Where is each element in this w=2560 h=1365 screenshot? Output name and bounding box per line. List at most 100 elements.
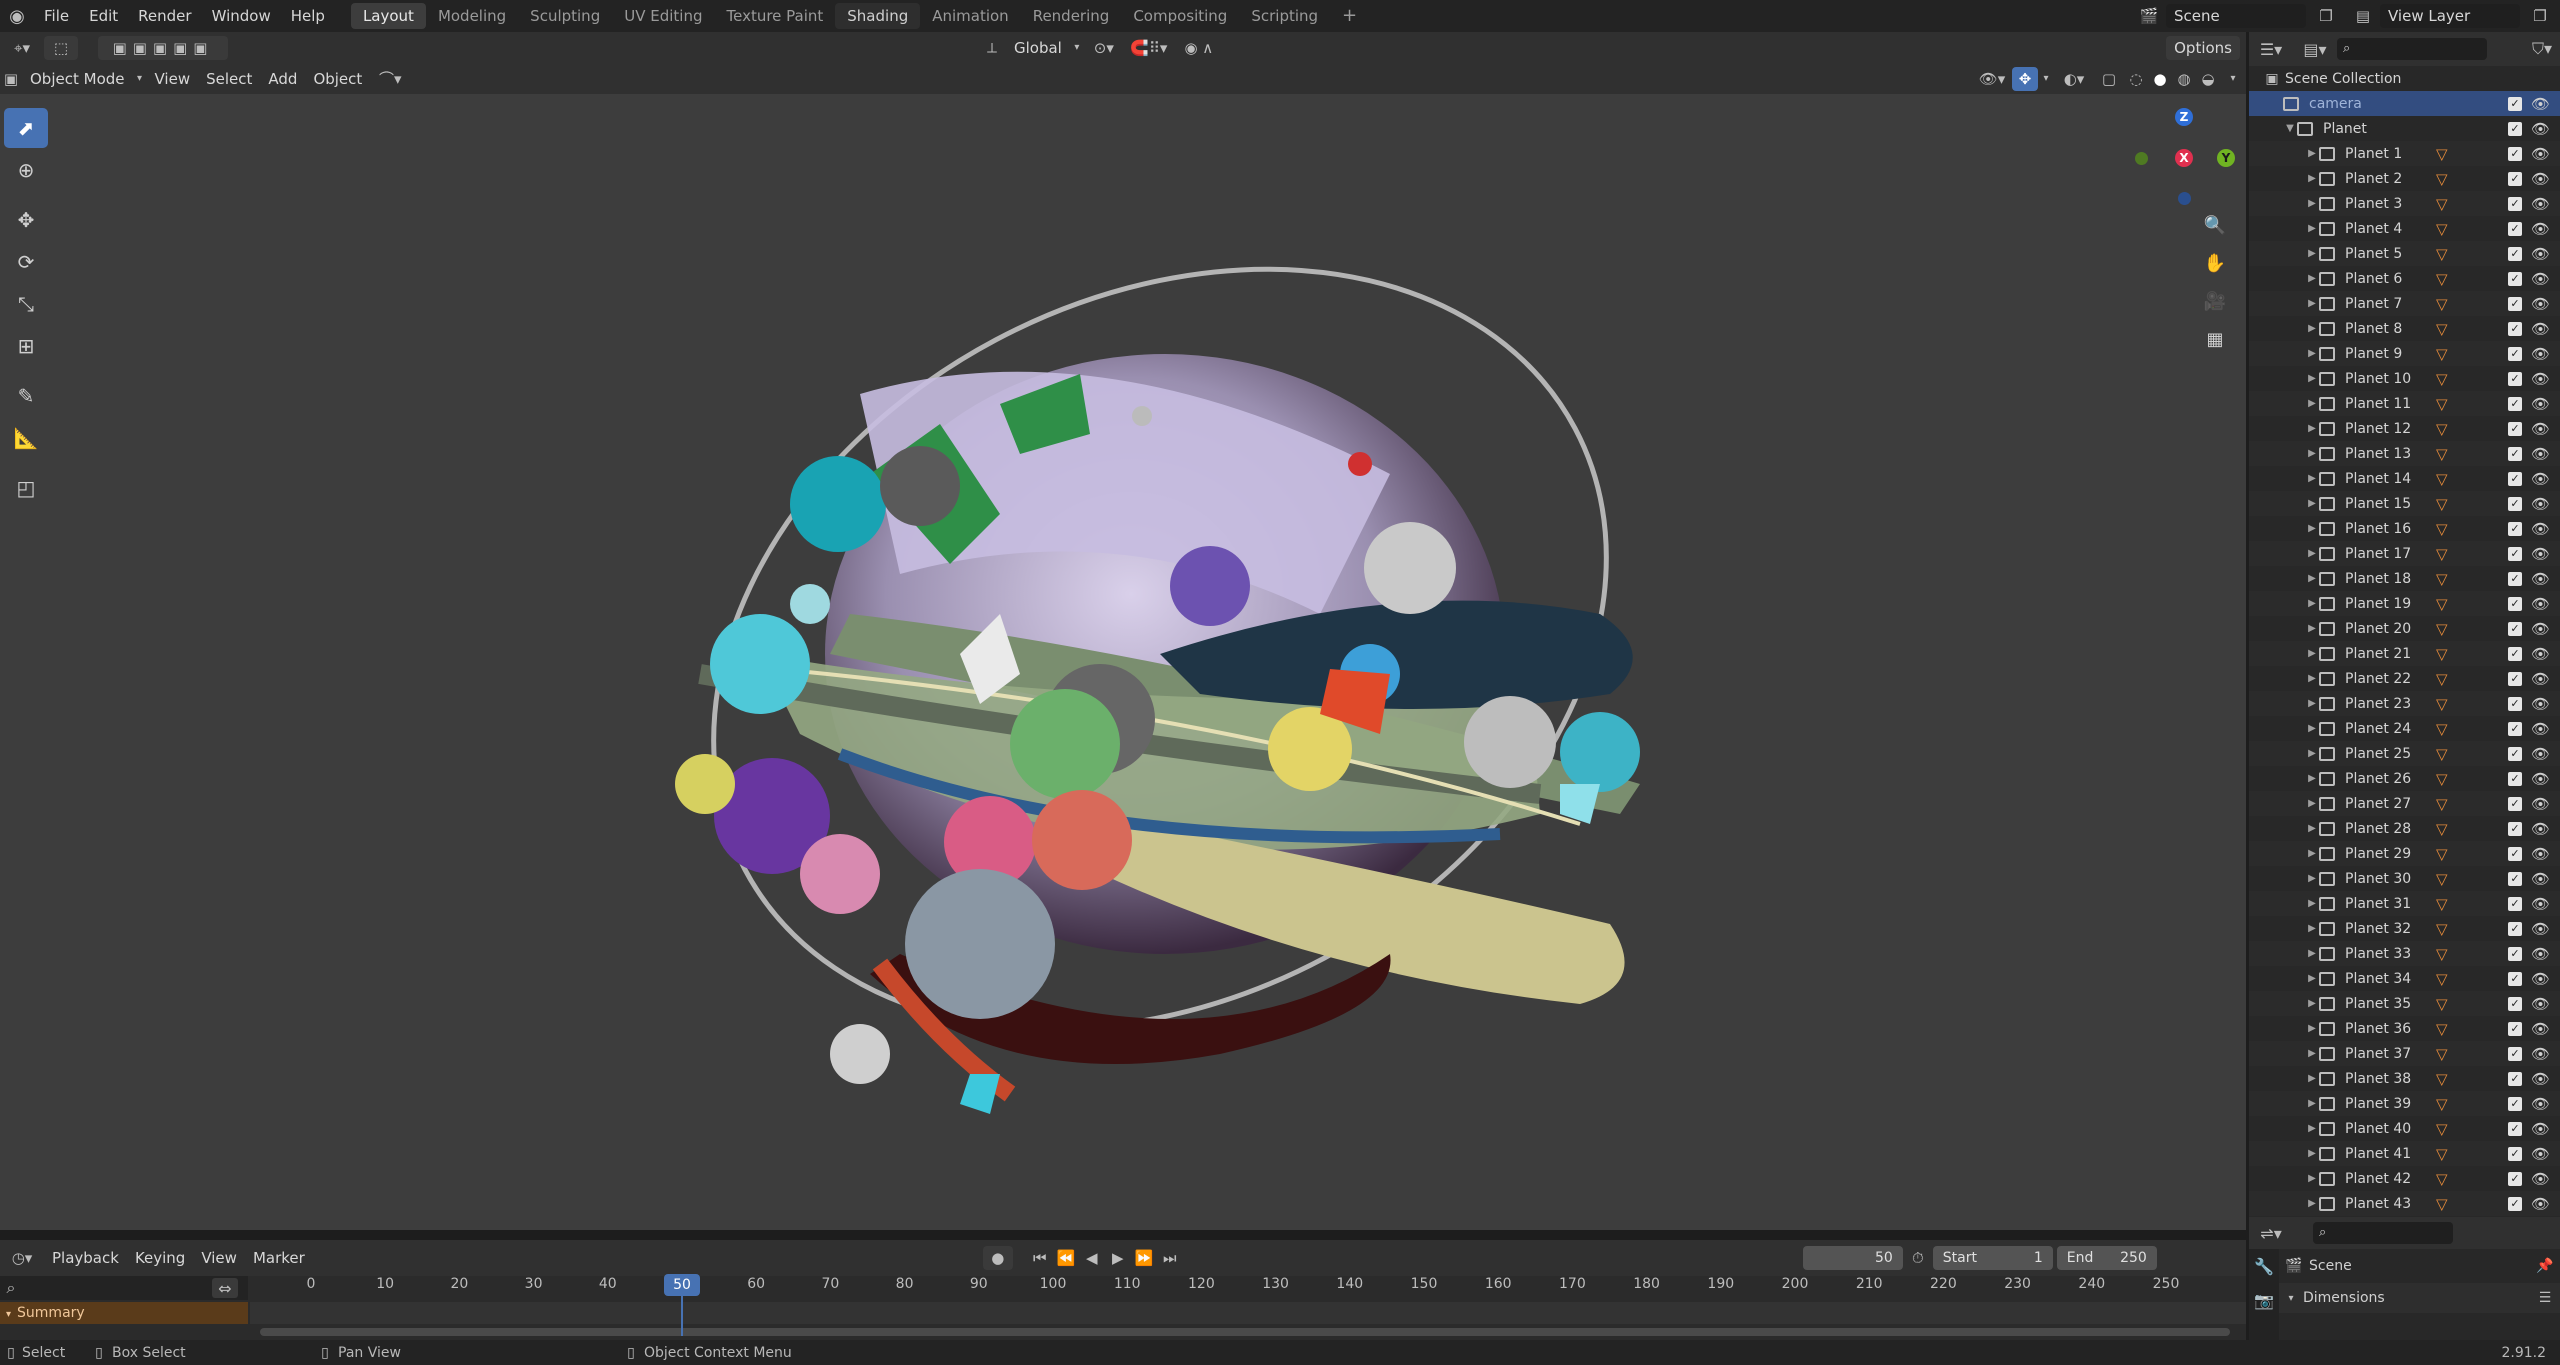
select-box-tool-icon[interactable]: ⬈ [4,108,48,148]
axis-z[interactable]: Z [2175,108,2193,126]
exclude-checkbox[interactable]: ✓ [2508,896,2522,911]
menu-view[interactable]: View [147,67,199,91]
axis-neg-z[interactable] [2178,192,2191,205]
chevron-right-icon[interactable]: ▶ [2305,173,2319,184]
exclude-checkbox[interactable]: ✓ [2508,971,2522,986]
chevron-right-icon[interactable]: ▶ [2305,773,2319,784]
outliner-row[interactable]: ▶ Planet 40 ▽ ✓ 👁 [2249,1116,2560,1141]
chevron-right-icon[interactable]: ▶ [2305,898,2319,909]
new-view-layer-icon[interactable]: ❐ [2520,7,2560,25]
chevron-down-icon[interactable]: ▾ [2279,1293,2303,1304]
menu-object[interactable]: Object [305,67,370,91]
shading-material-icon[interactable]: ◍ [2172,70,2196,88]
chevron-right-icon[interactable]: ▶ [2305,323,2319,334]
chevron-right-icon[interactable]: ▶ [2305,473,2319,484]
chevron-right-icon[interactable]: ▶ [2305,948,2319,959]
chevron-right-icon[interactable]: ▶ [2305,523,2319,534]
new-scene-icon[interactable]: ❐ [2306,7,2346,25]
tab-uv-editing[interactable]: UV Editing [612,3,714,29]
outliner-row[interactable]: ▶ Planet 12 ▽ ✓ 👁 [2249,416,2560,441]
outliner-row[interactable]: ▶ Planet 2 ▽ ✓ 👁 [2249,166,2560,191]
shading-wireframe-icon[interactable]: ◌ [2124,70,2148,88]
chevron-right-icon[interactable]: ▶ [2305,873,2319,884]
outliner-row[interactable]: ▶ Planet 39 ▽ ✓ 👁 [2249,1091,2560,1116]
chevron-right-icon[interactable]: ▶ [2305,748,2319,759]
outliner-row[interactable]: ▶ Planet 5 ▽ ✓ 👁 [2249,241,2560,266]
eye-icon[interactable]: 👁 [2531,970,2550,988]
editor-type-icon[interactable]: ⌖▾ [0,39,44,57]
exclude-checkbox[interactable]: ✓ [2508,371,2522,386]
axis-y[interactable]: Y [2217,149,2235,167]
exclude-checkbox[interactable]: ✓ [2508,346,2522,361]
eye-icon[interactable]: 👁 [2531,645,2550,663]
outliner-row[interactable]: ▶ Planet 18 ▽ ✓ 👁 [2249,566,2560,591]
eye-icon[interactable]: 👁 [2531,1170,2550,1188]
camera-view-icon[interactable]: 🎥 [2200,286,2230,316]
chevron-right-icon[interactable]: ▶ [2305,273,2319,284]
eye-icon[interactable]: 👁 [2531,520,2550,538]
properties-search[interactable]: ⌕ [2313,1222,2453,1244]
add-workspace-button[interactable]: + [1330,3,1369,29]
add-cube-tool-icon[interactable]: ◰ [4,468,48,508]
shading-options-icon[interactable]: ▾ [2220,73,2246,84]
outliner-row[interactable]: ▶ Planet 7 ▽ ✓ 👁 [2249,291,2560,316]
outliner-row[interactable]: ▶ Planet 23 ▽ ✓ 👁 [2249,691,2560,716]
outliner-row-planet-collection[interactable]: ▼ Planet ✓ 👁 [2249,116,2560,141]
tab-scripting[interactable]: Scripting [1239,3,1330,29]
sync-icon[interactable]: ⇔ [212,1278,238,1298]
outliner-row[interactable]: ▶ Planet 20 ▽ ✓ 👁 [2249,616,2560,641]
transform-orientation-select[interactable]: Global [1006,36,1070,60]
outliner-row[interactable]: ▶ Planet 32 ▽ ✓ 👁 [2249,916,2560,941]
exclude-checkbox[interactable]: ✓ [2508,771,2522,786]
exclude-checkbox[interactable]: ✓ [2508,796,2522,811]
eye-icon[interactable]: 👁 [2531,145,2550,163]
chevron-right-icon[interactable]: ▶ [2305,1073,2319,1084]
outliner-row[interactable]: ▶ Planet 37 ▽ ✓ 👁 [2249,1041,2560,1066]
exclude-checkbox[interactable]: ✓ [2508,871,2522,886]
eye-icon[interactable]: 👁 [2531,1045,2550,1063]
tool-props-icon[interactable]: 🔧 [2249,1249,2279,1283]
overlay-icon[interactable]: ◐▾ [2054,70,2094,88]
outliner-type-icon[interactable]: ☰▾ [2249,40,2293,59]
outliner-row[interactable]: ▶ Planet 13 ▽ ✓ 👁 [2249,441,2560,466]
pan-hand-icon[interactable]: ✋ [2200,248,2230,278]
exclude-checkbox[interactable]: ✓ [2508,446,2522,461]
properties-type-icon[interactable]: ⇌▾ [2249,1224,2293,1243]
chevron-right-icon[interactable]: ▶ [2305,398,2319,409]
exclude-checkbox[interactable]: ✓ [2508,471,2522,486]
outliner-row[interactable]: ▶ Planet 21 ▽ ✓ 👁 [2249,641,2560,666]
exclude-checkbox[interactable]: ✓ [2508,421,2522,436]
exclude-checkbox[interactable]: ✓ [2508,271,2522,286]
exclude-checkbox[interactable]: ✓ [2508,396,2522,411]
eye-icon[interactable]: 👁 [2531,1020,2550,1038]
eye-icon[interactable]: 👁 [2531,795,2550,813]
outliner-row[interactable]: ▶ Planet 19 ▽ ✓ 👁 [2249,591,2560,616]
move-tool-icon[interactable]: ✥ [4,200,48,240]
eye-icon[interactable]: 👁 [2531,320,2550,338]
timeline-track[interactable]: 0 10 20 30 40 50 60 70 80 90 100 110 120 130 140 150 160… [250,1274,2246,1340]
axis-x[interactable]: X [2175,149,2193,167]
chevron-right-icon[interactable]: ▶ [2305,998,2319,1009]
eye-icon[interactable]: 👁 [2531,945,2550,963]
menu-add[interactable]: Add [260,67,305,91]
eye-icon[interactable]: 👁 [2531,920,2550,938]
outliner-row[interactable]: ▶ Planet 31 ▽ ✓ 👁 [2249,891,2560,916]
chevron-right-icon[interactable]: ▶ [2305,148,2319,159]
outliner-row[interactable]: ▶ Planet 17 ▽ ✓ 👁 [2249,541,2560,566]
outliner-row[interactable]: ▶ Planet 8 ▽ ✓ 👁 [2249,316,2560,341]
outliner-row[interactable]: ▶ Planet 36 ▽ ✓ 👁 [2249,1016,2560,1041]
panel-list-icon[interactable]: ☰ [2530,1290,2560,1306]
eye-icon[interactable]: 👁 [2531,445,2550,463]
chevron-right-icon[interactable]: ▶ [2305,1198,2319,1209]
selection-mode-icons[interactable]: ▣▣▣▣▣ [98,35,228,60]
tab-animation[interactable]: Animation [920,3,1020,29]
outliner-row[interactable]: ▶ Planet 33 ▽ ✓ 👁 [2249,941,2560,966]
exclude-checkbox[interactable]: ✓ [2508,1146,2522,1161]
exclude-checkbox[interactable]: ✓ [2508,321,2522,336]
eye-icon[interactable]: 👁 [2531,270,2550,288]
blender-logo-icon[interactable]: ◉ [0,6,34,27]
chevron-right-icon[interactable]: ▶ [2305,298,2319,309]
eye-icon[interactable]: 👁 [2531,495,2550,513]
pin-icon[interactable]: 📌 [2530,1258,2560,1274]
3d-viewport[interactable] [0,94,2246,1230]
